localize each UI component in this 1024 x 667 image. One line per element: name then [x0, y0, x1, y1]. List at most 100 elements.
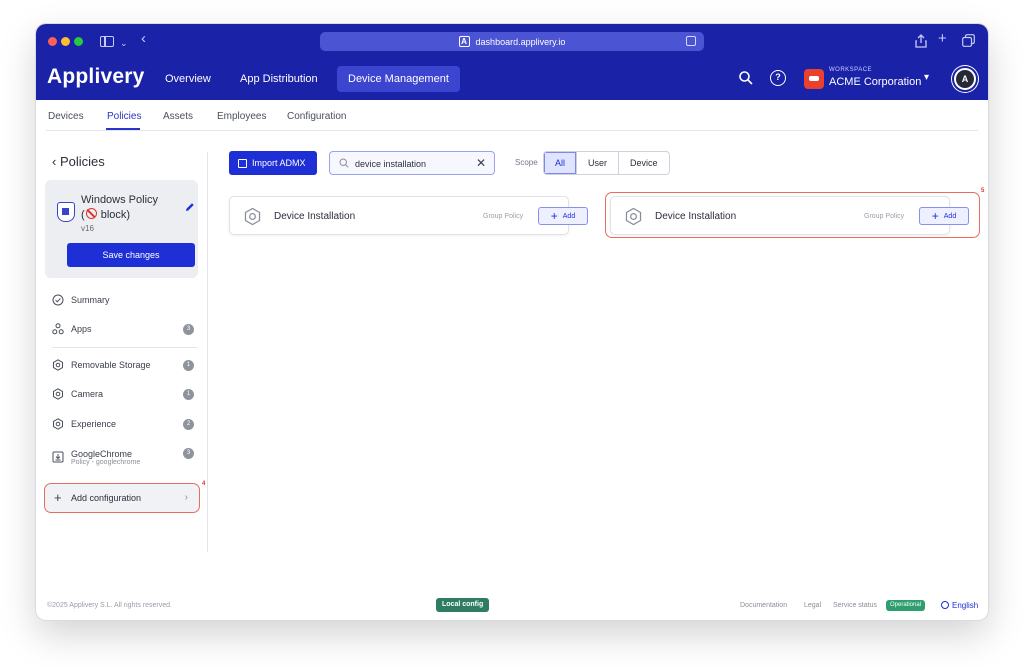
callout-number-5: 5: [981, 188, 985, 194]
sidebar-item-googlechrome[interactable]: GoogleChrome Policy - googlechrome 3: [52, 444, 198, 470]
check-circle-icon: [52, 294, 64, 306]
tab-employees[interactable]: Employees: [217, 111, 266, 122]
import-admx-button[interactable]: Import ADMX: [229, 151, 317, 175]
tab-overview-icon[interactable]: [962, 34, 975, 47]
policy-title: Windows Policy ( block): [81, 193, 171, 223]
add-policy-button[interactable]: + Add: [538, 207, 588, 225]
add-configuration-button[interactable]: + Add configuration ›: [44, 483, 200, 513]
scope-option-all[interactable]: All: [544, 152, 577, 174]
chevron-down-icon[interactable]: ⌄: [120, 35, 128, 51]
browser-toolbar: ⌄ ‹ A dashboard.applivery.io +: [36, 24, 988, 58]
globe-icon: [941, 601, 949, 609]
help-icon[interactable]: ?: [770, 70, 786, 86]
share-icon[interactable]: [915, 34, 927, 48]
workspace-logo[interactable]: [804, 69, 824, 89]
address-bar[interactable]: A dashboard.applivery.io: [320, 32, 704, 51]
back-arrow-icon[interactable]: ‹: [141, 31, 146, 47]
policy-title-prefix: (: [81, 209, 85, 221]
chevron-left-icon: ‹: [52, 154, 57, 169]
section-tabs: Devices Policies Assets Employees Config…: [36, 100, 988, 131]
nav-device-management[interactable]: Device Management: [337, 66, 460, 92]
local-config-badge[interactable]: Local config: [436, 598, 490, 612]
service-status-link[interactable]: Service status: [833, 602, 877, 609]
sidebar-item-removable-storage[interactable]: Removable Storage 1: [52, 355, 198, 375]
sidebar-item-text: GoogleChrome Policy - googlechrome: [71, 449, 140, 466]
search-input[interactable]: [355, 156, 467, 171]
sidebar-item-label: Removable Storage: [71, 360, 151, 370]
pencil-icon[interactable]: [185, 202, 195, 212]
brand-logo[interactable]: Applivery: [47, 65, 145, 89]
gear-icon: [53, 418, 63, 430]
maximize-window-button[interactable]: [74, 37, 83, 46]
language-selector[interactable]: English: [941, 601, 978, 610]
download-box-icon: [52, 451, 64, 463]
workspace-chevron-down-icon[interactable]: ▾: [924, 72, 929, 83]
count-badge: 2: [183, 418, 194, 430]
gear-icon: [53, 359, 63, 371]
sidebar-item-camera[interactable]: Camera 1: [52, 384, 198, 404]
sidebar-item-experience[interactable]: Experience 2: [52, 414, 198, 434]
count-badge: 3: [183, 323, 194, 335]
plus-icon: +: [54, 490, 62, 505]
workspace-name[interactable]: ACME Corporation: [829, 76, 921, 88]
policy-version: v16: [81, 224, 94, 233]
nav-overview[interactable]: Overview: [154, 66, 222, 92]
search-icon[interactable]: [738, 70, 754, 86]
language-label: English: [952, 601, 979, 610]
nav-app-distribution[interactable]: App Distribution: [229, 66, 329, 92]
policy-title-line1: Windows Policy: [81, 194, 159, 206]
user-avatar[interactable]: A: [952, 66, 978, 92]
windows-shield-icon: [57, 202, 75, 222]
gear-icon: [625, 207, 642, 226]
result-card[interactable]: Device Installation Group Policy + Add: [229, 196, 588, 235]
import-admx-label: Import ADMX: [252, 158, 306, 168]
copyright-text: ©2025 Applivery S.L. All rights reserved…: [47, 602, 172, 609]
sidebar-toggle-icon[interactable]: [100, 36, 114, 47]
count-badge: 3: [183, 448, 194, 459]
sidebar-item-apps[interactable]: Apps 3: [52, 319, 198, 339]
sidebar-divider: [52, 347, 197, 348]
back-link-label: Policies: [59, 154, 105, 169]
scope-option-user[interactable]: User: [576, 152, 618, 174]
clear-search-icon[interactable]: ✕: [476, 156, 486, 170]
new-tab-icon[interactable]: +: [938, 31, 947, 47]
policy-card: Windows Policy ( block) v16 Save changes: [45, 180, 198, 278]
callout-number-4: 4: [202, 481, 206, 487]
plus-icon: +: [931, 209, 939, 223]
sidebar-divider-vertical: [207, 152, 208, 552]
count-badge: 1: [183, 388, 194, 400]
legal-link[interactable]: Legal: [804, 602, 821, 609]
tabs-divider: [46, 130, 978, 131]
sidebar-item-sublabel: Policy - googlechrome: [71, 458, 141, 466]
tab-devices[interactable]: Devices: [48, 111, 84, 122]
result-card[interactable]: Device Installation Group Policy + Add: [610, 196, 969, 235]
documentation-link[interactable]: Documentation: [740, 602, 787, 609]
count-badge: 1: [183, 359, 194, 371]
back-to-policies-link[interactable]: ‹ Policies: [52, 154, 105, 169]
close-window-button[interactable]: [48, 37, 57, 46]
tab-assets[interactable]: Assets: [163, 111, 193, 122]
tab-policies[interactable]: Policies: [107, 111, 141, 122]
sidebar-item-summary[interactable]: Summary: [52, 290, 198, 310]
search-box[interactable]: ✕: [329, 151, 495, 175]
scope-option-device[interactable]: Device: [618, 152, 669, 174]
sidebar-item-label: Experience: [71, 419, 117, 429]
page-footer: ©2025 Applivery S.L. All rights reserved…: [36, 596, 988, 620]
tab-configuration[interactable]: Configuration: [287, 111, 346, 122]
add-configuration-label: Add configuration: [71, 493, 142, 503]
url-text: dashboard.applivery.io: [475, 36, 566, 47]
reader-mode-icon[interactable]: [686, 36, 696, 46]
sidebar-item-label: GoogleChrome: [71, 448, 133, 459]
plus-icon: +: [550, 209, 558, 223]
save-changes-button[interactable]: Save changes: [67, 243, 195, 267]
scope-segmented-control: All User Device: [543, 151, 670, 175]
scope-label: Scope: [515, 158, 538, 167]
add-policy-button[interactable]: + Add: [919, 207, 969, 225]
policy-title-suffix: block): [97, 209, 131, 221]
app-header: Applivery Overview App Distribution Devi…: [36, 58, 988, 100]
site-favicon-icon: A: [458, 36, 470, 47]
status-badge: Operational: [886, 600, 926, 611]
result-card-title: Device Installation: [274, 211, 356, 222]
add-label: Add: [562, 212, 576, 220]
minimize-window-button[interactable]: [61, 37, 70, 46]
